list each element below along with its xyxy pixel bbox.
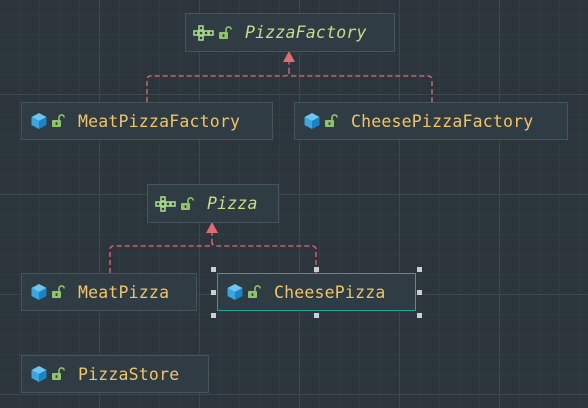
cube-icon: [226, 283, 244, 301]
unlock-icon: [180, 195, 194, 213]
node-cheese-pizza-factory[interactable]: CheesePizzaFactory: [294, 102, 568, 140]
node-label: CheesePizzaFactory: [351, 111, 534, 131]
node-cheese-pizza[interactable]: CheesePizza: [217, 273, 416, 311]
node-label: Pizza: [207, 194, 258, 213]
resize-handle-bottom-right[interactable]: [417, 313, 422, 318]
node-pizza-factory[interactable]: PizzaFactory: [185, 13, 395, 52]
edge-cheese-pizza-to-pizza: [211, 241, 317, 273]
cube-icon: [303, 112, 321, 130]
resize-handle-bottom[interactable]: [314, 313, 319, 318]
unlock-icon: [51, 112, 65, 130]
node-label: MeatPizza: [78, 282, 170, 302]
resize-handle-top[interactable]: [314, 267, 319, 272]
node-label: MeatPizzaFactory: [78, 111, 241, 131]
arrowhead-pizza: [206, 222, 218, 233]
unlock-icon: [51, 365, 65, 383]
resize-handle-left[interactable]: [211, 290, 216, 295]
resize-handle-top-right[interactable]: [417, 267, 422, 272]
unlock-icon: [218, 24, 232, 42]
edge-meat-pizza-to-pizza: [109, 233, 213, 273]
resize-handle-right[interactable]: [417, 290, 422, 295]
diagram-canvas[interactable]: PizzaFactory MeatPizzaFactory CheesePizz…: [0, 0, 588, 408]
node-pizza[interactable]: Pizza: [147, 184, 279, 223]
interface-icon: [193, 24, 215, 42]
resize-handle-top-left[interactable]: [211, 267, 216, 272]
cube-icon: [30, 112, 48, 130]
node-label: CheesePizza: [274, 282, 386, 302]
arrowhead-pizza-factory: [283, 51, 295, 62]
unlock-icon: [51, 283, 65, 301]
cube-icon: [30, 283, 48, 301]
resize-handle-bottom-left[interactable]: [211, 313, 216, 318]
edge-cheese-pizza-factory-to-pizza-factory: [288, 71, 433, 102]
node-label: PizzaFactory: [245, 23, 367, 42]
unlock-icon: [247, 283, 261, 301]
edge-meat-pizza-factory-to-pizza-factory: [146, 62, 290, 102]
cube-icon: [30, 365, 48, 383]
node-meat-pizza-factory[interactable]: MeatPizzaFactory: [21, 102, 273, 140]
node-pizza-store[interactable]: PizzaStore: [21, 355, 209, 393]
interface-icon: [155, 195, 177, 213]
node-meat-pizza[interactable]: MeatPizza: [21, 273, 197, 311]
unlock-icon: [324, 112, 338, 130]
edges-layer: [109, 51, 433, 273]
node-label: PizzaStore: [78, 364, 180, 384]
